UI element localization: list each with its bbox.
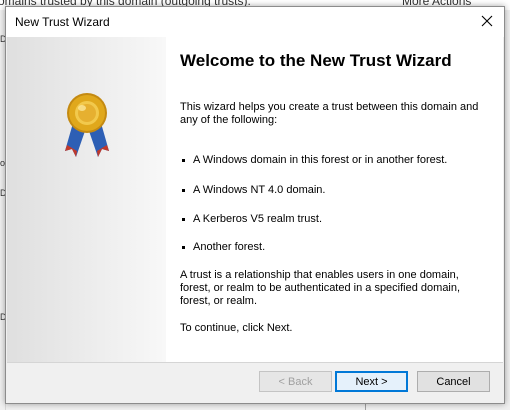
wizard-heading: Welcome to the New Trust Wizard (180, 51, 452, 70)
continue-instruction: To continue, click Next. (180, 322, 293, 334)
list-item-text: Another forest. (193, 241, 266, 253)
list-item: A Windows domain in this forest or in an… (180, 154, 490, 167)
cancel-button[interactable]: Cancel (417, 371, 490, 392)
list-item: Another forest. (180, 241, 490, 254)
dialog-title: New Trust Wizard (15, 15, 110, 29)
list-item: A Kerberos V5 realm trust. (180, 213, 490, 226)
new-trust-wizard-dialog: New Trust Wizard Welcome to the New Trus… (5, 6, 505, 404)
list-item-text: A Windows domain in this forest or in an… (193, 154, 448, 166)
bullet-icon (182, 218, 185, 221)
background-mark: o (0, 158, 6, 168)
bullet-icon (182, 189, 185, 192)
list-item-text: A Windows NT 4.0 domain. (193, 184, 326, 196)
background-mark: D (0, 312, 7, 322)
back-button[interactable]: < Back (259, 371, 332, 392)
title-bar[interactable]: New Trust Wizard (6, 7, 504, 37)
background-mark: D (0, 34, 7, 44)
list-item-text: A Kerberos V5 realm trust. (193, 213, 322, 225)
bullet-icon (182, 246, 185, 249)
wizard-side-panel (7, 37, 166, 362)
close-button[interactable] (470, 7, 504, 35)
button-separator (7, 362, 503, 363)
trust-description: A trust is a relationship that enables u… (180, 269, 461, 307)
wizard-content: Welcome to the New Trust Wizard This wiz… (7, 37, 503, 362)
bullet-icon (182, 159, 185, 162)
background-mark: D (0, 188, 7, 198)
award-ribbon-icon (65, 93, 109, 157)
close-icon (481, 15, 493, 27)
next-button[interactable]: Next > (335, 371, 408, 392)
list-item: A Windows NT 4.0 domain. (180, 184, 490, 197)
wizard-intro: This wizard helps you create a trust bet… (180, 101, 479, 126)
